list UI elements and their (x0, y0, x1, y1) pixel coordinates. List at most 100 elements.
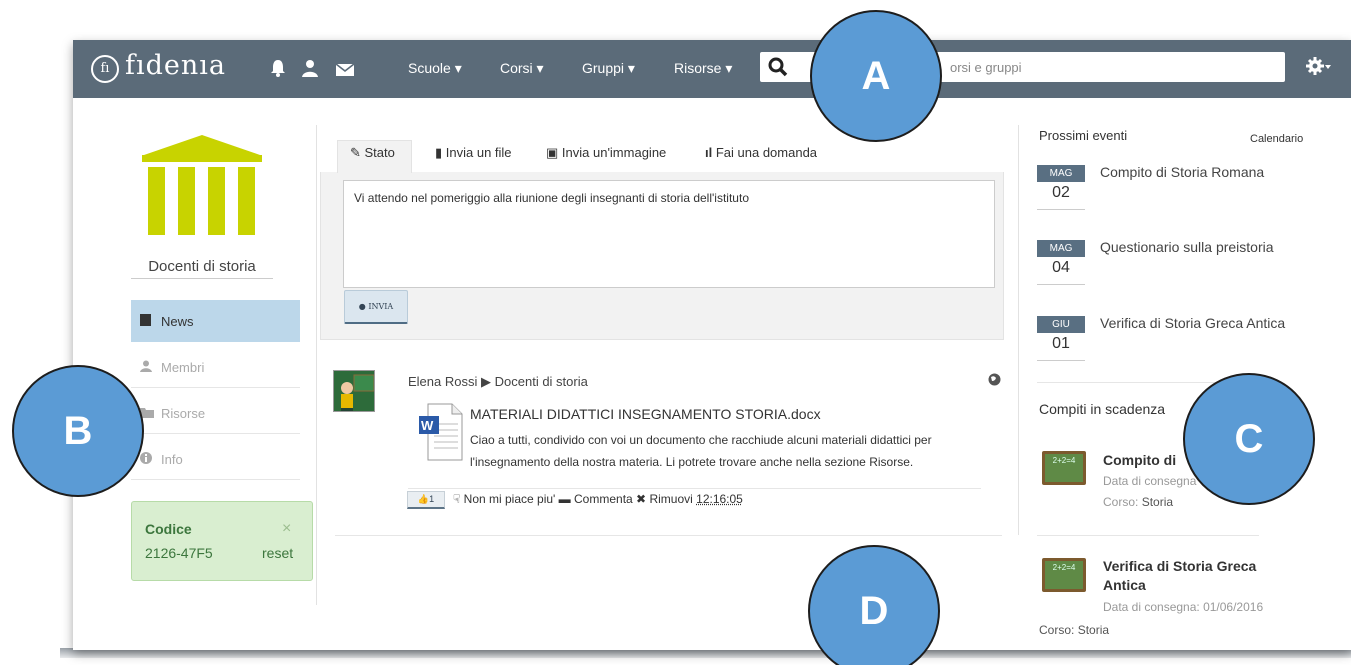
task-title[interactable]: Verifica di Storia Greca Antica (1103, 557, 1293, 595)
post-actions: ☟ Non mi piace piu' ▬ Commenta ✖ Rimuovi… (453, 492, 743, 506)
post-body: Ciao a tutti, condivido con voi un docum… (470, 433, 932, 469)
post-header: Elena Rossi ▶ Docenti di storia (408, 374, 588, 390)
globe-icon: ● (358, 302, 369, 311)
task-due: Data di consegna (1103, 474, 1197, 488)
chalkboard-icon: 2+2=4 (1042, 558, 1086, 592)
task-due: Data di consegna: 01/06/2016 (1103, 600, 1264, 614)
file-icon: ▮ (435, 145, 446, 160)
chalkboard-icon: 2+2=4 (1042, 451, 1086, 485)
tab-stato[interactable]: ✎ Stato (350, 139, 395, 167)
board-text: 2+2=4 (1045, 561, 1083, 589)
event-day: 01 (1052, 335, 1070, 352)
course-value: Storia (1141, 495, 1174, 509)
column-divider (1018, 125, 1019, 535)
tasks-title: Compiti in scadenza (1039, 401, 1166, 417)
menu-gruppi[interactable]: Gruppi ▾ (582, 60, 635, 77)
sidebar-item-label: News (161, 314, 194, 329)
course-value: Storia (1077, 623, 1110, 637)
comment-link[interactable]: Commenta (574, 492, 633, 506)
events-title: Prossimi eventi (1039, 128, 1128, 143)
post-time: 12:16:05 (696, 492, 743, 506)
logo-mark[interactable]: fı (91, 55, 119, 83)
like-button[interactable]: 👍1 (407, 491, 445, 509)
menu-corsi[interactable]: Corsi ▾ (500, 60, 544, 77)
document-title[interactable]: MATERIALI DIDATTICI INSEGNAMENTO STORIA.… (470, 406, 821, 422)
divider (408, 488, 981, 489)
event-month: MAG (1037, 165, 1085, 182)
divider (1037, 535, 1259, 536)
tab-label: Invia un'immagine (561, 145, 667, 160)
status-textarea[interactable]: Vi attendo nel pomeriggio alla riunione … (343, 180, 995, 288)
comment-icon: ▬ (558, 492, 571, 506)
sidebar-item-membri[interactable]: Membri (131, 346, 300, 388)
callout-c: C (1183, 373, 1315, 505)
group-link[interactable]: Docenti di storia (495, 374, 588, 389)
calendar-link[interactable]: Calendario (1250, 133, 1303, 145)
code-label: Codice (145, 521, 192, 537)
stage: fı fıdenıa Scuole ▾ Corsi ▾ Gruppi ▾ Ris… (0, 0, 1351, 665)
event-date: MAG 04 (1037, 240, 1085, 285)
callout-b: B (12, 365, 144, 497)
bar-chart-icon: ıl (705, 145, 716, 160)
task-course: Corso: Storia (1103, 495, 1173, 509)
tab-fai-domanda[interactable]: ıl Fai una domanda (705, 139, 817, 167)
task-course: Corso: Storia (1039, 623, 1109, 637)
close-icon[interactable]: × (282, 520, 291, 538)
callout-d: D (808, 545, 940, 665)
teacher-avatar-image (334, 371, 374, 411)
bell-icon[interactable] (268, 58, 288, 78)
thumbs-down-icon: ☟ (453, 492, 461, 506)
event-month: GIU (1037, 316, 1085, 333)
search-icon (768, 57, 788, 77)
menu-scuole[interactable]: Scuole ▾ (408, 60, 462, 77)
remove-link[interactable]: Rimuovi (649, 492, 692, 506)
like-count: 1 (429, 494, 435, 504)
search-placeholder[interactable]: orsi e gruppi (950, 60, 1351, 75)
sidebar-item-risorse[interactable]: Risorse (131, 392, 300, 434)
event-day: 04 (1052, 259, 1070, 276)
tab-invia-file[interactable]: ▮ Invia un file (435, 139, 512, 167)
code-panel: Codice × 2126-47F5 reset (131, 501, 313, 581)
tab-label: Fai una domanda (715, 145, 818, 160)
navbar: fı fıdenıa Scuole ▾ Corsi ▾ Gruppi ▾ Ris… (73, 40, 1351, 98)
word-document-icon[interactable]: W (418, 402, 464, 462)
sidebar-item-label: Risorse (161, 406, 206, 421)
event-title[interactable]: Compito di Storia Romana (1100, 164, 1264, 180)
menu-risorse[interactable]: Risorse ▾ (674, 60, 732, 77)
avatar[interactable] (333, 370, 375, 412)
tab-label: Stato (364, 145, 395, 160)
author-link[interactable]: Elena Rossi (408, 374, 477, 389)
sidebar-item-info[interactable]: Info (131, 438, 300, 480)
event-day: 02 (1052, 184, 1070, 201)
event-month: MAG (1037, 240, 1085, 257)
sidebar-item-news[interactable]: News (131, 300, 300, 342)
globe-icon (988, 373, 1001, 386)
user-icon[interactable] (300, 58, 320, 78)
image-icon: ▣ (546, 145, 562, 160)
arrow-icon: ▶ (481, 374, 491, 389)
gear-icon[interactable] (1306, 55, 1332, 77)
event-title[interactable]: Questionario sulla preistoria (1100, 239, 1274, 255)
unlike-link[interactable]: Non mi piace piu' (464, 492, 556, 506)
mail-icon[interactable] (335, 60, 355, 80)
event-date: MAG 02 (1037, 165, 1085, 210)
send-label: INVIA (368, 302, 394, 311)
user-icon (140, 360, 152, 372)
course-label: Corso: (1039, 623, 1075, 637)
tab-invia-immagine[interactable]: ▣ Invia un'immagine (546, 139, 666, 167)
event-title[interactable]: Verifica di Storia Greca Antica (1100, 315, 1285, 331)
task-title[interactable]: Compito di (1103, 452, 1176, 468)
logo-text[interactable]: fıdenıa (125, 50, 226, 81)
reset-link[interactable]: reset (262, 545, 293, 561)
callout-a: A (810, 10, 942, 142)
divider (131, 278, 273, 279)
send-button[interactable]: ● INVIA (344, 290, 408, 324)
remove-icon: ✖ (636, 492, 647, 506)
code-value: 2126-47F5 (145, 545, 213, 561)
sidebar-item-label: Membri (161, 360, 205, 375)
divider (335, 535, 1002, 536)
pencil-icon: ✎ (350, 145, 365, 160)
group-name: Docenti di storia (148, 258, 256, 275)
group-temple-icon (142, 135, 262, 235)
info-icon (140, 452, 152, 464)
